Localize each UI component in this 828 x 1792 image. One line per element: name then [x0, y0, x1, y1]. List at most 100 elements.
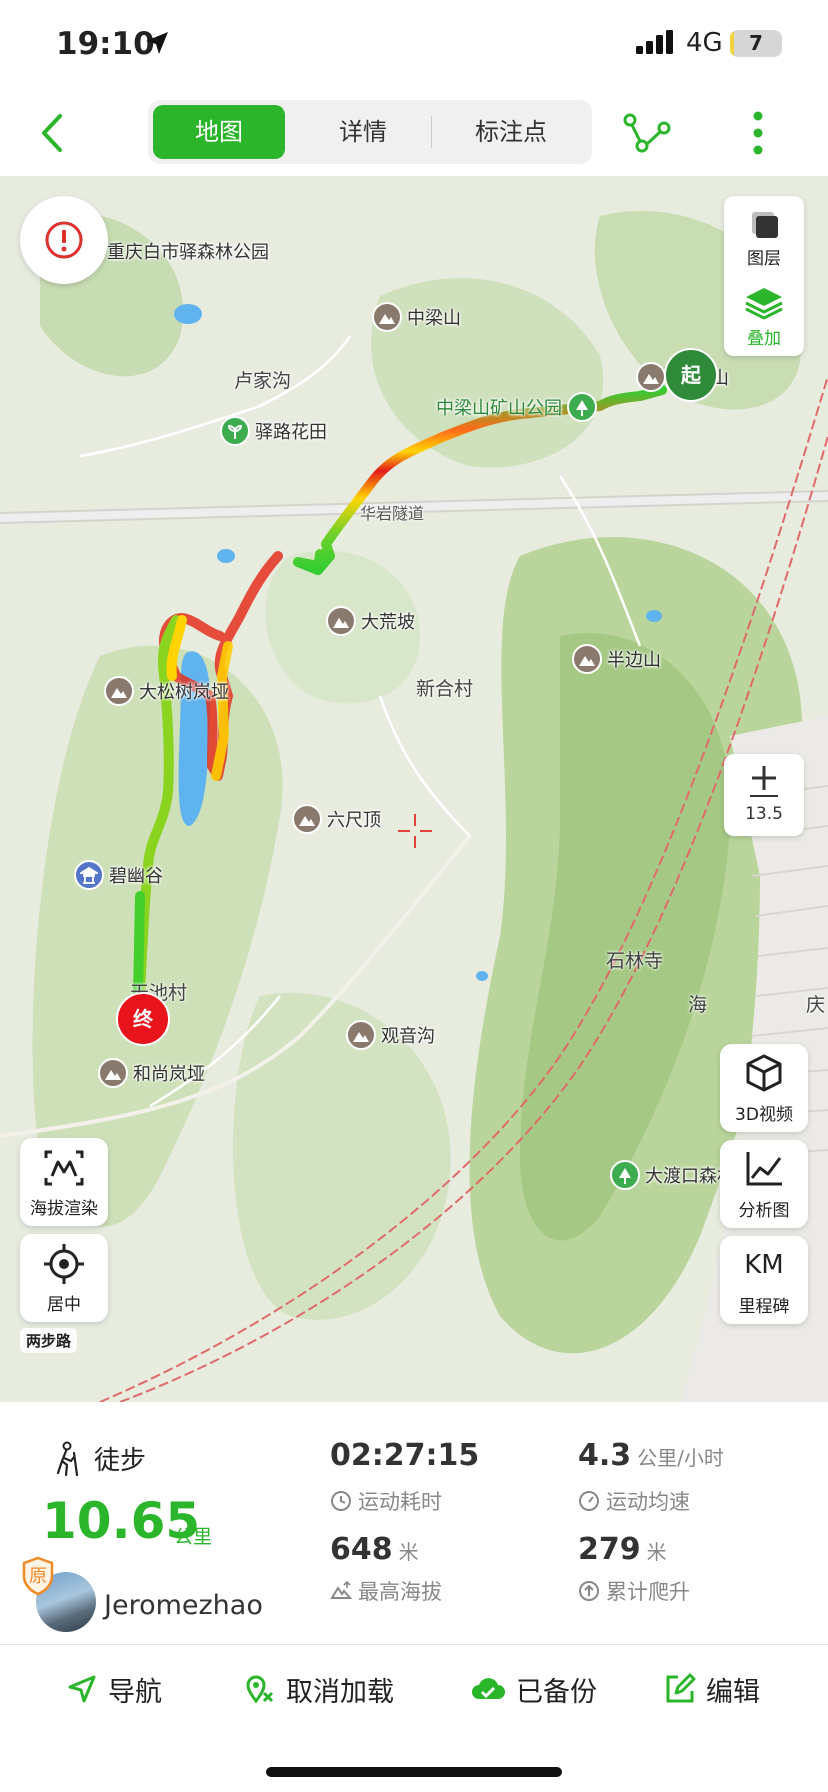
overlay-button[interactable]: 叠加 — [724, 276, 804, 356]
poi-mountain[interactable]: 大松树岚垭 — [104, 676, 229, 706]
home-indicator[interactable] — [266, 1767, 562, 1777]
original-badge: 原 — [22, 1556, 54, 1596]
distance-unit: 公里 — [174, 1526, 213, 1548]
poi-temple[interactable]: 碧幽谷 — [74, 860, 163, 890]
edit-button[interactable]: 编辑 — [664, 1667, 760, 1711]
duration-caption: 运动耗时 — [330, 1486, 442, 1516]
cancel-load-button[interactable]: 取消加载 — [244, 1667, 394, 1711]
status-time: 19:10 — [56, 26, 155, 62]
avg-speed-label: 运动均速 — [606, 1490, 690, 1514]
tab-details[interactable]: 详情 — [298, 105, 428, 159]
track-branch-icon[interactable] — [620, 106, 674, 160]
total-climb-text: 279 — [578, 1532, 641, 1567]
poi-label: 中梁山矿山公园 — [436, 398, 562, 419]
speedometer-icon — [579, 1491, 599, 1511]
back-arrow-icon[interactable] — [30, 108, 80, 158]
alert-button[interactable] — [20, 196, 108, 284]
network-type: 4G — [686, 28, 723, 58]
unload-pin-icon — [246, 1675, 274, 1704]
zoom-level-button[interactable]: 13.5 — [724, 754, 804, 836]
start-marker[interactable]: 起 — [664, 348, 718, 402]
poi-park[interactable]: 驿路花田 — [220, 416, 327, 446]
poi-mountain[interactable]: 和尚岚垭 — [98, 1058, 205, 1088]
max-altitude-unit: 米 — [398, 1540, 419, 1564]
mountain-icon — [98, 1058, 128, 1088]
video-3d-button[interactable]: 3D视频 — [720, 1044, 808, 1132]
cellular-signal-icon — [636, 30, 673, 54]
layers-button[interactable]: 图层 — [724, 196, 804, 276]
elevation-render-label: 海拔渲染 — [30, 1199, 98, 1219]
tab-markers[interactable]: 标注点 — [436, 105, 586, 159]
backed-up-button[interactable]: 已备份 — [470, 1667, 597, 1711]
park-tree-icon — [610, 1160, 640, 1190]
poi-label: 半边山 — [607, 650, 661, 671]
poi-park[interactable]: 中梁山矿山公园 — [436, 392, 597, 422]
zoom-level: 13.5 — [745, 804, 783, 824]
poi-label: 大松树岚垭 — [139, 682, 229, 703]
duration-value: 02:27:15 — [330, 1438, 479, 1473]
layers-label: 图层 — [747, 249, 781, 269]
mountain-icon — [292, 804, 322, 834]
elevation-render-button[interactable]: 海拔渲染 — [20, 1138, 108, 1226]
view-tabs: 地图 详情 标注点 — [148, 100, 592, 164]
activity-label: 徒步 — [94, 1446, 147, 1476]
edit-icon — [666, 1673, 696, 1703]
analysis-label: 分析图 — [738, 1201, 790, 1221]
total-climb-caption: 累计爬升 — [578, 1576, 690, 1606]
navigation-arrow-icon — [68, 1675, 96, 1703]
locate-target-icon — [44, 1244, 84, 1284]
avg-speed-caption: 运动均速 — [578, 1486, 690, 1516]
end-marker[interactable]: 终 — [116, 992, 170, 1046]
tab-divider — [431, 116, 432, 148]
mountain-icon — [346, 1020, 376, 1050]
top-nav-bar: 地图 详情 标注点 — [0, 90, 828, 176]
pavilion-icon — [74, 860, 104, 890]
plus-icon — [750, 766, 778, 797]
poi-mountain[interactable]: 六尺顶 — [292, 804, 381, 834]
activity-type: 徒步 — [52, 1440, 146, 1477]
map-view[interactable]: 重庆白市驿森林公园 中梁山 驿路花田 中梁山矿山公园 山 大荒坡 半边山 大松树… — [0, 176, 828, 1402]
user-info[interactable]: 原 Jeromezhao — [22, 1556, 322, 1632]
place-label: 新合村 — [416, 678, 474, 700]
avg-speed-unit: 公里/小时 — [637, 1446, 724, 1470]
center-location-button[interactable]: 居中 — [20, 1234, 108, 1322]
poi-label: 重庆白市驿森林公园 — [107, 242, 269, 263]
place-label: 庆 — [806, 994, 826, 1016]
user-name: Jeromezhao — [104, 1590, 263, 1621]
poi-mountain[interactable]: 半边山 — [572, 644, 661, 674]
road-label: 华岩隧道 — [360, 504, 425, 523]
status-bar: 19:10 4G 7 — [0, 0, 828, 90]
layer-panel: 图层 叠加 — [724, 196, 804, 356]
poi-label: 中梁山 — [407, 308, 461, 329]
navigate-label: 导航 — [108, 1676, 162, 1708]
total-climb-unit: 米 — [646, 1540, 667, 1564]
bottom-action-bar: 导航 取消加载 已备份 编辑 — [0, 1644, 828, 1792]
original-badge-text: 原 — [29, 1566, 47, 1587]
hiking-icon — [56, 1441, 79, 1476]
clock-icon — [331, 1491, 351, 1511]
mountain-icon — [326, 606, 356, 636]
poi-mountain[interactable]: 中梁山 — [372, 302, 461, 332]
layers-icon — [752, 212, 778, 238]
climb-up-icon — [579, 1581, 599, 1601]
tab-map[interactable]: 地图 — [153, 105, 285, 159]
cloud-check-icon — [472, 1678, 505, 1699]
mountain-icon — [572, 644, 602, 674]
brand-name: 两步路 — [26, 1332, 72, 1350]
line-chart-icon — [746, 1152, 782, 1186]
mountain-icon — [104, 676, 134, 706]
brand-logo: 两步路 — [20, 1328, 78, 1353]
analysis-chart-button[interactable]: 分析图 — [720, 1140, 808, 1228]
mountain-icon — [372, 302, 402, 332]
poi-mountain[interactable]: 大荒坡 — [326, 606, 415, 636]
altitude-icon — [330, 1580, 352, 1599]
more-options-icon[interactable] — [740, 106, 776, 160]
place-label: 海 — [688, 994, 708, 1016]
video-3d-label: 3D视频 — [735, 1105, 793, 1125]
cube-icon — [746, 1054, 782, 1092]
poi-label: 和尚岚垭 — [133, 1064, 205, 1085]
max-altitude-label: 最高海拔 — [358, 1580, 442, 1604]
milestone-button[interactable]: KM 里程碑 — [720, 1236, 808, 1324]
navigate-button[interactable]: 导航 — [66, 1667, 162, 1711]
poi-mountain[interactable]: 观音沟 — [346, 1020, 435, 1050]
